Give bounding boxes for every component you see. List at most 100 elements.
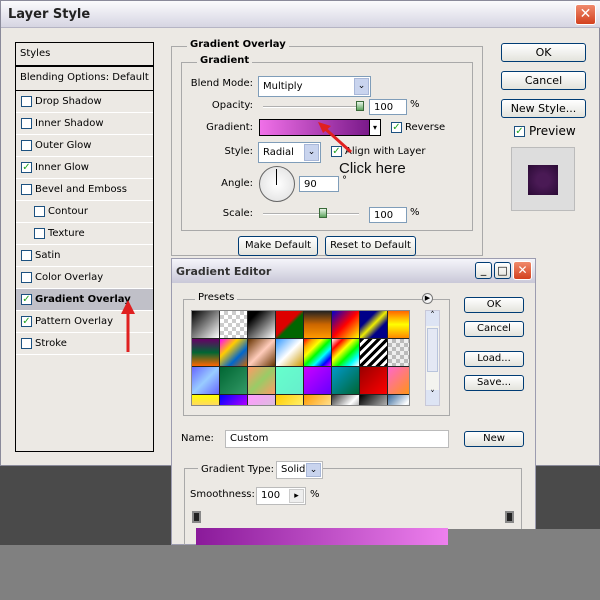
preset-swatch[interactable] xyxy=(304,311,331,338)
sidebar-item-label: Inner Glow xyxy=(35,162,89,173)
presets-scrollbar[interactable]: ˄ ˅ xyxy=(425,310,440,406)
new-style-button[interactable]: New Style... xyxy=(501,99,586,118)
opacity-stop-left[interactable] xyxy=(192,511,201,523)
preset-swatch[interactable] xyxy=(276,367,303,394)
new-button[interactable]: New xyxy=(464,431,524,447)
blend-mode-select[interactable]: Multiply ⌄ xyxy=(258,76,371,97)
smoothness-value: 100 xyxy=(261,490,281,501)
opacity-slider-thumb[interactable] xyxy=(356,101,364,111)
opacity-slider[interactable] xyxy=(263,106,361,108)
preset-swatch[interactable] xyxy=(276,395,303,405)
preset-swatch[interactable] xyxy=(332,395,359,405)
sidebar-checkbox[interactable] xyxy=(34,206,45,217)
preset-swatch[interactable] xyxy=(220,395,247,405)
name-input[interactable]: Custom xyxy=(225,430,449,448)
chevron-down-icon: ⌄ xyxy=(306,463,321,477)
reverse-checkbox[interactable]: ✓ xyxy=(391,122,402,133)
preset-swatch[interactable] xyxy=(248,367,275,394)
opacity-label: Opacity: xyxy=(211,100,253,111)
preset-swatch[interactable] xyxy=(388,339,409,366)
editor-title: Gradient Editor xyxy=(176,265,272,278)
sidebar-checkbox[interactable]: ✓ xyxy=(21,162,32,173)
smoothness-input[interactable]: 100 ▸ xyxy=(256,487,306,505)
preset-swatch[interactable] xyxy=(220,311,247,338)
preset-swatch[interactable] xyxy=(220,367,247,394)
name-label: Name: xyxy=(181,433,214,444)
gradient-type-select[interactable]: Solid ⌄ xyxy=(276,461,323,479)
editor-cancel-button[interactable]: Cancel xyxy=(464,321,524,337)
styles-header[interactable]: Styles xyxy=(16,43,153,67)
preset-swatch[interactable] xyxy=(304,339,331,366)
preset-swatch[interactable] xyxy=(332,367,359,394)
sidebar-checkbox[interactable] xyxy=(21,338,32,349)
preset-swatch[interactable] xyxy=(388,311,409,338)
cancel-button[interactable]: Cancel xyxy=(501,71,586,90)
save-button[interactable]: Save... xyxy=(464,375,524,391)
smoothness-percent: % xyxy=(310,489,320,500)
blend-mode-value: Multiply xyxy=(263,81,303,92)
sidebar-checkbox[interactable] xyxy=(21,118,32,129)
sidebar-item-label: Drop Shadow xyxy=(35,96,102,107)
scroll-down-icon[interactable]: ˅ xyxy=(426,390,439,405)
sidebar-item-label: Stroke xyxy=(35,338,67,349)
preset-swatch[interactable] xyxy=(304,395,331,405)
preset-swatch[interactable] xyxy=(192,367,219,394)
sidebar-checkbox[interactable] xyxy=(34,228,45,239)
preview-box xyxy=(511,147,575,211)
sidebar-item-drop-shadow[interactable]: Drop Shadow xyxy=(16,91,153,113)
background-area xyxy=(0,545,600,600)
preset-swatch[interactable] xyxy=(248,395,275,405)
sidebar-checkbox[interactable]: ✓ xyxy=(21,316,32,327)
preset-swatch[interactable] xyxy=(192,311,219,338)
preset-swatch[interactable] xyxy=(388,395,409,405)
preview-swatch xyxy=(528,165,558,195)
preset-swatch[interactable] xyxy=(388,367,409,394)
scroll-thumb[interactable] xyxy=(427,328,438,372)
sidebar-checkbox[interactable] xyxy=(21,184,32,195)
preset-swatch[interactable] xyxy=(360,311,387,338)
opacity-stop-right[interactable] xyxy=(505,511,514,523)
close-button[interactable]: ✕ xyxy=(575,4,596,25)
preset-swatch[interactable] xyxy=(248,339,275,366)
preview-label: Preview xyxy=(529,124,576,138)
sidebar-checkbox[interactable] xyxy=(21,250,32,261)
preset-swatch[interactable] xyxy=(360,339,387,366)
play-arrow-icon[interactable]: ▸ xyxy=(289,489,304,503)
sidebar-item-label: Color Overlay xyxy=(35,272,104,283)
sidebar-checkbox[interactable]: ✓ xyxy=(21,294,32,305)
sidebar-checkbox[interactable] xyxy=(21,96,32,107)
preset-swatch[interactable] xyxy=(276,311,303,338)
preset-swatch[interactable] xyxy=(192,339,219,366)
preset-swatch[interactable] xyxy=(220,339,247,366)
gradient-bar[interactable] xyxy=(196,528,448,546)
maximize-button[interactable]: □ xyxy=(494,262,511,279)
scroll-up-icon[interactable]: ˄ xyxy=(426,311,439,326)
preset-swatch[interactable] xyxy=(332,311,359,338)
sidebar-checkbox[interactable] xyxy=(21,272,32,283)
editor-ok-button[interactable]: OK xyxy=(464,297,524,313)
minimize-button[interactable]: _ xyxy=(475,262,492,279)
preset-swatch[interactable] xyxy=(248,311,275,338)
load-button[interactable]: Load... xyxy=(464,351,524,367)
sidebar-item-label: Texture xyxy=(48,228,85,239)
preview-checkbox[interactable]: ✓ xyxy=(514,126,525,137)
blend-mode-label: Blend Mode: xyxy=(190,78,253,89)
blending-options[interactable]: Blending Options: Default xyxy=(16,67,153,91)
chevron-down-icon: ⌄ xyxy=(354,78,369,95)
opacity-percent: % xyxy=(410,99,420,110)
presets-menu-icon[interactable]: ▶ xyxy=(422,293,433,304)
preset-swatch[interactable] xyxy=(304,367,331,394)
preset-swatch[interactable] xyxy=(192,395,219,405)
preset-swatch[interactable] xyxy=(360,367,387,394)
arrowhead-icon xyxy=(121,300,135,314)
sidebar-checkbox[interactable] xyxy=(21,140,32,151)
opacity-input[interactable]: 100 xyxy=(369,99,407,115)
subgroup-title: Gradient xyxy=(197,55,253,66)
sidebar-item-label: Bevel and Emboss xyxy=(35,184,127,195)
ok-button[interactable]: OK xyxy=(501,43,586,62)
preset-swatch[interactable] xyxy=(360,395,387,405)
preset-swatch[interactable] xyxy=(332,339,359,366)
editor-close-button[interactable]: ✕ xyxy=(513,261,532,280)
preset-swatch[interactable] xyxy=(276,339,303,366)
title-bar: Layer Style ✕ xyxy=(1,1,600,28)
